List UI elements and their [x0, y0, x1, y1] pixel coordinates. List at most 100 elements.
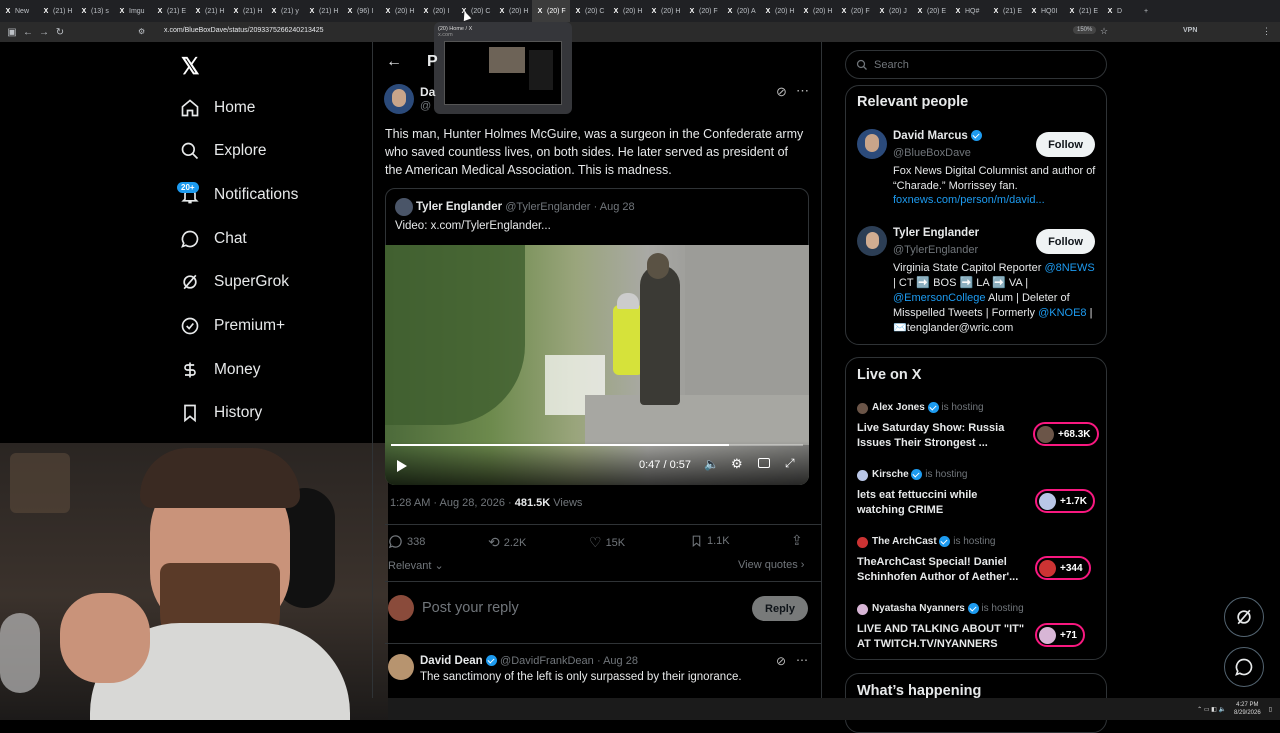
reply-input[interactable]: Post your reply	[422, 600, 519, 616]
browser-tab[interactable]: X (20) A	[722, 0, 760, 22]
person-link[interactable]: foxnews.com/person/m/david...	[893, 194, 1045, 206]
like-stat[interactable]: ♡ 15K	[589, 534, 625, 551]
video-progress-track[interactable]	[391, 444, 803, 446]
x-logo[interactable]: 𝕏	[181, 53, 200, 80]
browser-tab[interactable]: X (20) H	[380, 0, 418, 22]
nav-chat[interactable]: Chat	[180, 229, 247, 249]
browser-tab[interactable]: X (21) y	[266, 0, 304, 22]
live-title-text[interactable]: Live Saturday Show: Russia Issues Their …	[857, 421, 1027, 451]
browser-tab[interactable]: XD	[1102, 0, 1140, 22]
search-box[interactable]: Search	[845, 50, 1107, 79]
browser-tab[interactable]: X (20) H	[798, 0, 836, 22]
person-name[interactable]: Tyler Englander	[893, 227, 979, 239]
nav-money[interactable]: Money	[180, 360, 261, 380]
bio-mention[interactable]: @EmersonCollege	[893, 292, 986, 304]
menu-icon[interactable]: ⋮	[1262, 26, 1271, 37]
person-handle[interactable]: @TylerEnglander	[893, 244, 978, 256]
bio-mention[interactable]: @8NEWS	[1044, 262, 1094, 274]
browser-tab[interactable]: X (20) F	[532, 0, 570, 22]
forward-icon[interactable]: →	[36, 27, 52, 38]
person-name[interactable]: David Marcus	[893, 130, 968, 142]
reply-author-avatar[interactable]	[388, 654, 414, 680]
tray-icons[interactable]: ⌃ ▭ ◧ 🔈	[1197, 706, 1226, 713]
browser-tab[interactable]: X (20) H	[608, 0, 646, 22]
browser-tab[interactable]: X Imgu	[114, 0, 152, 22]
browser-tab[interactable]: X (13) s	[76, 0, 114, 22]
quote-author-handle[interactable]: @TylerEnglander	[505, 201, 590, 213]
messages-fab[interactable]	[1224, 647, 1264, 687]
browser-tab[interactable]: X (20) H	[646, 0, 684, 22]
browser-tab[interactable]: X (21) H	[38, 0, 76, 22]
more-options-icon[interactable]: ⋯	[796, 653, 808, 667]
live-item[interactable]: Nyatasha Nyanners is hosting LIVE AND TA…	[857, 602, 1097, 662]
browser-tab[interactable]: X (20) C	[570, 0, 608, 22]
browser-tab[interactable]: X (21) E	[1064, 0, 1102, 22]
share-icon[interactable]: ⇪	[791, 532, 803, 549]
browser-tab[interactable]: X HQ0I	[1026, 0, 1064, 22]
reload-icon[interactable]: ↻	[52, 27, 68, 38]
browser-tab[interactable]: X New	[0, 0, 38, 22]
nav-explore[interactable]: Explore	[180, 141, 267, 161]
star-icon[interactable]: ☆	[1100, 26, 1108, 37]
browser-tab[interactable]: X (20) E	[912, 0, 950, 22]
quote-author-name[interactable]: Tyler Englander	[416, 201, 502, 213]
person-handle[interactable]: @BlueBoxDave	[893, 147, 971, 159]
host-name[interactable]: Nyatasha Nyanners	[872, 603, 965, 614]
grok-analyze-icon[interactable]: ⊘	[776, 84, 787, 100]
notification-center-icon[interactable]: ▯	[1269, 706, 1272, 713]
new-tab-button[interactable]: +	[1140, 0, 1156, 22]
host-name[interactable]: Alex Jones	[872, 402, 925, 413]
live-item[interactable]: The ArchCast is hosting TheArchCast Spec…	[857, 535, 1097, 595]
browser-tab[interactable]: X (20) H	[760, 0, 798, 22]
zoom-indicator[interactable]: 150%	[1073, 26, 1097, 34]
sort-dropdown[interactable]: Relevant ⌄	[388, 559, 444, 572]
live-title-text[interactable]: LIVE AND TALKING ABOUT "IT" AT TWITCH.TV…	[857, 622, 1027, 652]
sidebar-toggle-icon[interactable]: ▣	[4, 27, 20, 38]
view-quotes-link[interactable]: View quotes ›	[738, 559, 804, 571]
grok-analyze-icon[interactable]: ⊘	[776, 654, 786, 668]
nav-home[interactable]: Home	[180, 98, 255, 118]
browser-tab[interactable]: X (20) F	[836, 0, 874, 22]
picture-in-picture-icon[interactable]	[758, 458, 770, 468]
reply-stat[interactable]: 338	[388, 534, 425, 549]
live-listeners-badge[interactable]: +344	[1035, 556, 1091, 580]
browser-tab[interactable]: X (20) J	[874, 0, 912, 22]
browser-tab[interactable]: X (21) H	[304, 0, 342, 22]
grok-fab[interactable]	[1224, 597, 1264, 637]
nav-supergrok[interactable]: SuperGrok	[180, 272, 289, 292]
live-title-text[interactable]: lets eat fettuccini while watching CRIME	[857, 488, 1027, 518]
nav-history[interactable]: History	[180, 403, 262, 423]
back-icon[interactable]: ←	[20, 27, 36, 38]
browser-tab[interactable]: X (21) E	[988, 0, 1026, 22]
browser-tab[interactable]: X (20) I	[418, 0, 456, 22]
repost-stat[interactable]: ⟲ 2.2K	[488, 534, 526, 551]
browser-tab[interactable]: X (21) H	[190, 0, 228, 22]
fullscreen-icon[interactable]: ⤢	[785, 456, 795, 471]
my-avatar[interactable]	[388, 595, 414, 621]
bio-mention[interactable]: @KNOE8	[1038, 307, 1086, 319]
more-options-icon[interactable]: ⋯	[796, 83, 809, 99]
settings-icon[interactable]: ⚙	[731, 456, 743, 472]
live-title-text[interactable]: TheArchCast Special! Daniel Schinhofen A…	[857, 555, 1027, 585]
browser-tab[interactable]: X (96) I	[342, 0, 380, 22]
reply-button[interactable]: Reply	[752, 596, 808, 621]
author-handle[interactable]: @	[420, 100, 431, 112]
search-input[interactable]: Search	[874, 59, 909, 71]
browser-tab[interactable]: X (21) E	[152, 0, 190, 22]
bookmark-stat[interactable]: 1.1K	[690, 534, 730, 548]
live-listeners-badge[interactable]: +68.3K	[1033, 422, 1099, 446]
browser-tab[interactable]: X HQ#	[950, 0, 988, 22]
url-field[interactable]: x.com/BlueBoxDave/status/209337526624021…	[164, 27, 324, 34]
person-avatar[interactable]	[857, 226, 887, 256]
nav-premium[interactable]: Premium+	[180, 316, 285, 336]
host-name[interactable]: Kirsche	[872, 469, 909, 480]
person-avatar[interactable]	[857, 129, 887, 159]
reply-author-handle[interactable]: @DavidFrankDean	[500, 655, 594, 667]
video-player[interactable]: 0:47 / 0:57 🔈 ⚙ ⤢	[385, 245, 809, 485]
reply-author-name[interactable]: David Dean	[420, 655, 483, 667]
author-name[interactable]: Da	[420, 85, 435, 99]
play-icon[interactable]	[397, 460, 407, 472]
live-item[interactable]: Kirsche is hosting lets eat fettuccini w…	[857, 468, 1097, 528]
live-listeners-badge[interactable]: +1.7K	[1035, 489, 1095, 513]
follow-button[interactable]: Follow	[1036, 132, 1095, 157]
